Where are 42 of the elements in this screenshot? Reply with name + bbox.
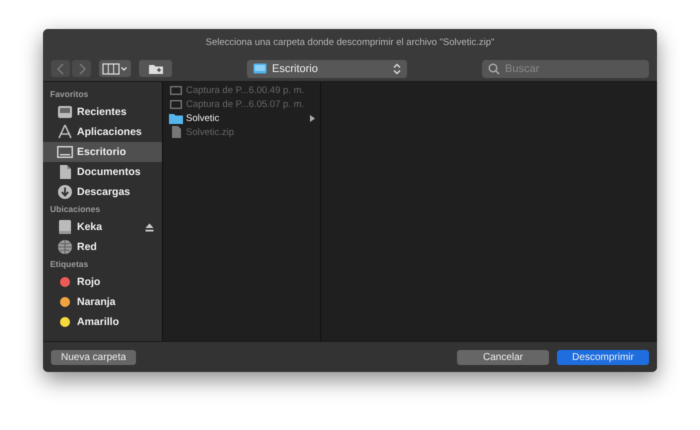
new-folder-icon xyxy=(148,62,164,74)
confirm-button[interactable]: Descomprimir xyxy=(557,350,649,364)
folder-icon xyxy=(169,112,183,124)
desktop-folder-icon xyxy=(253,63,267,74)
tag-dot xyxy=(59,296,71,308)
back-icon xyxy=(56,62,64,74)
cancel-button[interactable]: Cancelar xyxy=(457,350,549,364)
view-options-button[interactable] xyxy=(99,60,131,77)
sidebar-heading: Etiquetas xyxy=(49,258,90,271)
stepper-icon xyxy=(393,62,401,74)
globe-icon xyxy=(57,239,73,255)
sidebar-item[interactable]: Escritorio xyxy=(43,142,162,162)
sidebar-item[interactable]: Recientes xyxy=(43,102,162,122)
applications-icon xyxy=(57,124,73,140)
sidebar-item[interactable]: Rojo xyxy=(43,272,162,292)
sidebar-item[interactable]: Red xyxy=(43,237,162,257)
eject-icon[interactable] xyxy=(145,222,154,232)
desktop-icon xyxy=(57,145,73,159)
image-file-icon xyxy=(170,86,182,94)
sidebar-item[interactable]: Documentos xyxy=(43,162,162,182)
tray-icon xyxy=(57,104,73,120)
archive-file-icon xyxy=(172,126,180,138)
tag-dot xyxy=(59,276,71,288)
sidebar-heading: Favoritos xyxy=(49,88,90,101)
sidebar-item[interactable]: Keka xyxy=(43,217,162,237)
download-icon xyxy=(57,184,73,200)
sidebar-item[interactable]: Amarillo xyxy=(43,312,162,332)
sidebar-item[interactable]: Descargas xyxy=(43,182,162,202)
window-title: Selecciona una carpeta donde descomprimir el archivo "Solvetic.zip" xyxy=(206,37,494,48)
drive-icon xyxy=(57,219,73,235)
location-dropdown[interactable]: Escritorio xyxy=(247,60,407,78)
sidebar-item[interactable]: Naranja xyxy=(43,292,162,312)
tag-dot xyxy=(59,316,71,328)
document-icon xyxy=(58,164,72,180)
image-file-icon xyxy=(170,100,182,108)
sidebar-heading: Ubicaciones xyxy=(49,203,102,216)
sidebar-item[interactable]: Aplicaciones xyxy=(43,122,162,142)
forward-icon xyxy=(78,62,86,74)
new-folder-button[interactable]: Nueva carpeta xyxy=(51,350,136,364)
columns-icon xyxy=(102,62,128,74)
file-item[interactable]: Solvetic xyxy=(163,111,320,125)
new-folder-button[interactable] xyxy=(139,60,172,77)
